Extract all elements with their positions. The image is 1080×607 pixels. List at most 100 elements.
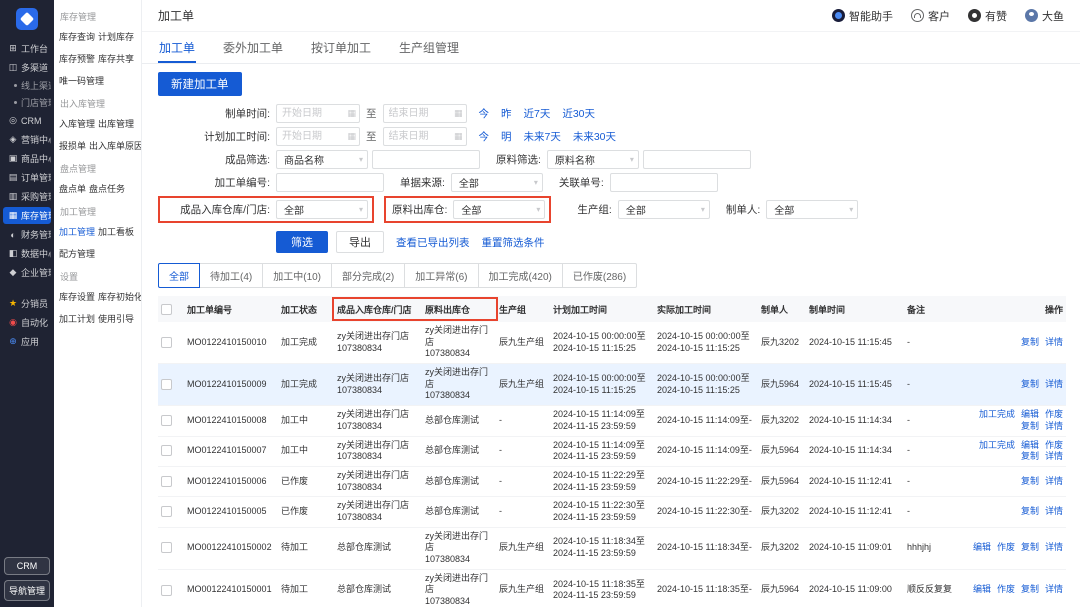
menu-item-inventory-sharing[interactable]: 库存共享	[98, 52, 134, 65]
row-checkbox[interactable]	[161, 415, 172, 427]
op-edit-link[interactable]: 编辑	[973, 542, 991, 554]
sidebar-item-online-channel[interactable]: 线上渠道	[3, 78, 51, 93]
tab-process-order[interactable]: 加工单	[158, 32, 197, 63]
sidebar-item-enterprise-management[interactable]: ◆ 企业管理	[3, 264, 51, 281]
status-tab-abnormal[interactable]: 加工异常(6)	[404, 263, 479, 288]
menu-item-stocktake-task[interactable]: 盘点任务	[89, 182, 125, 195]
status-tab-finished[interactable]: 加工完成(420)	[477, 263, 563, 288]
view-exported-link[interactable]: 查看已导出列表	[396, 235, 470, 250]
product-field-select[interactable]: 商品名称 ▾	[276, 150, 368, 169]
nav-manage-float-button[interactable]: 导航管理	[4, 580, 50, 601]
menu-item-recipe-management[interactable]: 配方管理	[59, 247, 95, 260]
sidebar-item-store-management[interactable]: 门店管理	[3, 95, 51, 110]
menu-item-inbound-management[interactable]: 入库管理	[59, 117, 95, 130]
op-copy-link[interactable]: 复制	[1021, 542, 1039, 554]
select-all-checkbox[interactable]	[161, 303, 172, 315]
menu-item-inventory-warning[interactable]: 库存预警	[59, 52, 95, 65]
op-copy-link[interactable]: 复制	[1021, 337, 1039, 349]
sidebar-item-crm[interactable]: ◎ CRM	[3, 112, 51, 129]
row-checkbox[interactable]	[161, 506, 172, 518]
menu-item-unique-code-management[interactable]: 唯一码管理	[59, 74, 104, 87]
menu-item-outbound-management[interactable]: 出库管理	[98, 117, 134, 130]
menu-item-processing-board[interactable]: 加工看板	[98, 225, 134, 238]
production-group-select[interactable]: 全部 ▾	[617, 200, 710, 219]
material-field-select[interactable]: 原料名称 ▾	[546, 150, 639, 169]
menu-item-user-guide[interactable]: 使用引导	[98, 312, 134, 325]
sidebar-item-distributor[interactable]: ★ 分销员	[3, 295, 51, 312]
op-void-link[interactable]: 作废	[997, 584, 1015, 596]
quick-date-link[interactable]: 未来30天	[573, 131, 616, 143]
op-detail-link[interactable]: 详情	[1045, 421, 1063, 433]
row-checkbox[interactable]	[161, 584, 172, 596]
op-copy-link[interactable]: 复制	[1021, 584, 1039, 596]
status-tab-processing[interactable]: 加工中(10)	[262, 263, 333, 288]
sidebar-item-goods-center[interactable]: ▣商品中心	[3, 150, 51, 167]
sidebar-item-finance-management[interactable]: ◐ 财务管理	[3, 226, 51, 243]
plan-time-end-input[interactable]	[382, 127, 467, 146]
plan-time-start-input[interactable]	[276, 127, 360, 146]
out-warehouse-select[interactable]: 全部 ▾	[453, 200, 546, 219]
quick-date-link[interactable]: 今	[479, 108, 490, 120]
op-edit-link[interactable]: 编辑	[973, 584, 991, 596]
menu-item-processing-management[interactable]: 加工管理	[59, 225, 95, 238]
op-detail-link[interactable]: 详情	[1045, 451, 1063, 463]
op-detail-link[interactable]: 详情	[1045, 476, 1063, 488]
menu-item-inventory-settings[interactable]: 库存设置	[59, 290, 95, 303]
tab-outsourced-order[interactable]: 委外加工单	[222, 32, 284, 63]
menu-item-inout-reason[interactable]: 出入库单原因	[89, 139, 141, 152]
op-detail-link[interactable]: 详情	[1045, 337, 1063, 349]
related-no-input[interactable]	[609, 173, 718, 192]
op-void-link[interactable]: 作废	[1045, 409, 1063, 421]
youzan-logo-icon[interactable]	[16, 8, 38, 30]
product-keyword-input[interactable]	[372, 150, 480, 169]
op-finish-link[interactable]: 加工完成	[979, 440, 1015, 452]
row-checkbox[interactable]	[161, 475, 172, 487]
op-void-link[interactable]: 作废	[997, 542, 1015, 554]
youzan-button[interactable]: 有赞	[968, 8, 1007, 24]
export-button[interactable]: 导出	[336, 231, 384, 253]
op-void-link[interactable]: 作废	[1045, 440, 1063, 452]
row-checkbox[interactable]	[161, 542, 172, 554]
menu-item-processing-plan[interactable]: 加工计划	[59, 312, 95, 325]
status-tab-pending[interactable]: 待加工(4)	[199, 263, 264, 288]
quick-date-link[interactable]: 今	[479, 131, 490, 143]
status-tab-partial-done[interactable]: 部分完成(2)	[331, 263, 406, 288]
sidebar-item-apps[interactable]: ⊕ 应用	[3, 333, 51, 350]
row-checkbox[interactable]	[161, 336, 172, 348]
menu-item-damage-report[interactable]: 报损单	[59, 139, 86, 152]
op-finish-link[interactable]: 加工完成	[979, 409, 1015, 421]
account-button[interactable]: 大鱼	[1025, 8, 1064, 24]
sidebar-item-order-management[interactable]: ▤订单管理	[3, 169, 51, 186]
op-copy-link[interactable]: 复制	[1021, 421, 1039, 433]
sidebar-item-data-center[interactable]: ◧数据中心	[3, 245, 51, 262]
op-copy-link[interactable]: 复制	[1021, 379, 1039, 391]
op-edit-link[interactable]: 编辑	[1021, 409, 1039, 421]
quick-date-link[interactable]: 未来7天	[524, 131, 561, 143]
op-copy-link[interactable]: 复制	[1021, 506, 1039, 518]
menu-item-inventory-query[interactable]: 库存查询	[59, 30, 95, 43]
tab-production-group[interactable]: 生产组管理	[398, 32, 460, 63]
row-checkbox[interactable]	[161, 445, 172, 457]
menu-item-stocktake-order[interactable]: 盘点单	[59, 182, 86, 195]
op-detail-link[interactable]: 详情	[1045, 506, 1063, 518]
sidebar-item-multichannel[interactable]: ◫多渠道∨	[3, 59, 51, 76]
assistant-button[interactable]: 智能助手	[832, 8, 893, 24]
menu-item-inventory-init[interactable]: 库存初始化	[98, 290, 141, 303]
sidebar-item-automation[interactable]: ◉ 自动化	[3, 314, 51, 331]
order-no-input[interactable]	[276, 173, 384, 192]
maker-select[interactable]: 全部 ▾	[766, 200, 859, 219]
reset-filters-link[interactable]: 重置筛选条件	[482, 235, 545, 250]
quick-date-link[interactable]: 昨	[501, 108, 512, 120]
status-tab-all[interactable]: 全部	[158, 263, 200, 288]
op-edit-link[interactable]: 编辑	[1021, 440, 1039, 452]
row-checkbox[interactable]	[161, 378, 172, 390]
sidebar-item-workbench[interactable]: ⊞ 工作台	[3, 40, 51, 57]
op-copy-link[interactable]: 复制	[1021, 476, 1039, 488]
made-time-end-input[interactable]	[382, 104, 467, 123]
customer-service-button[interactable]: 客户	[911, 8, 950, 24]
menu-item-planned-inventory[interactable]: 计划库存	[98, 30, 134, 43]
sidebar-item-marketing-center[interactable]: ◈ 营销中心	[3, 131, 51, 148]
op-copy-link[interactable]: 复制	[1021, 451, 1039, 463]
status-tab-voided[interactable]: 已作废(286)	[561, 263, 638, 288]
source-select[interactable]: 全部 ▾	[450, 173, 543, 192]
